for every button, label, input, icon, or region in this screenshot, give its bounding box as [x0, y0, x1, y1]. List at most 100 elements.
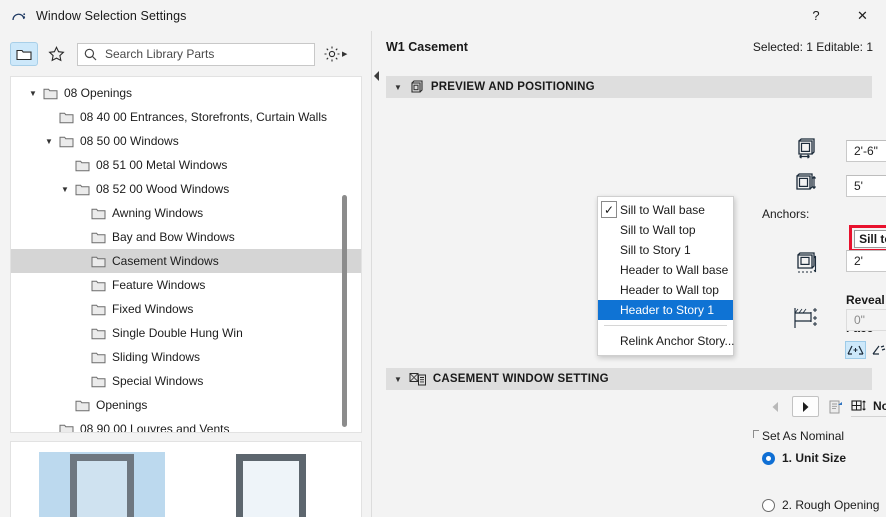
folder-icon [89, 207, 108, 220]
menu-item-label: Sill to Wall base [620, 203, 705, 217]
reveal-field: 0" [846, 309, 886, 331]
help-button[interactable]: ? [793, 0, 839, 31]
search-icon [84, 48, 97, 61]
anchor-selector[interactable]: Sill to Wall base ▶ [854, 230, 886, 248]
tree-item[interactable]: ▼08 51 00 Metal Windows [11, 153, 361, 177]
folder-icon [89, 375, 108, 388]
page-link-icon[interactable] [822, 396, 849, 417]
tree-item[interactable]: ▼Bay and Bow Windows [11, 225, 361, 249]
folder-icon [89, 255, 108, 268]
window-height-icon [792, 171, 820, 199]
library-tree[interactable]: ▼08 Openings▼08 40 00 Entrances, Storefr… [10, 76, 362, 433]
tree-item-label: Casement Windows [112, 254, 219, 268]
unit-size-radio-row[interactable]: 1. Unit Size [762, 451, 846, 465]
tree-item-label: 08 90 00 Louvres and Vents [80, 422, 229, 433]
preview-thumbnail-2[interactable] [186, 442, 361, 517]
folder-icon [89, 279, 108, 292]
tree-item[interactable]: ▼Openings [11, 393, 361, 417]
arrow-left-icon[interactable] [762, 396, 789, 417]
tree-item[interactable]: ▼Feature Windows [11, 273, 361, 297]
tree-item[interactable]: ▼Special Windows [11, 369, 361, 393]
tree-item[interactable]: ▼Sliding Windows [11, 345, 361, 369]
menu-item-anchor-option[interactable]: Sill to Wall top [598, 220, 733, 240]
window-width-icon [792, 136, 820, 164]
folder-icon [57, 135, 76, 148]
folder-icon [57, 111, 76, 124]
selection-info: Selected: 1 Editable: 1 [753, 40, 873, 54]
tree-item[interactable]: ▼08 Openings [11, 81, 361, 105]
panel-collapse-icon[interactable] [373, 70, 381, 82]
chevron-down-icon[interactable]: ▼ [25, 89, 41, 98]
tree-item[interactable]: ▼Casement Windows [11, 249, 361, 273]
tree-item-label: Sliding Windows [112, 350, 200, 364]
casement-section-header[interactable]: ▼ CASEMENT WINDOW SETTING [386, 368, 872, 390]
tree-item-label: 08 52 00 Wood Windows [96, 182, 229, 196]
reveal-both-icon[interactable] [845, 341, 866, 359]
unit-size-radio[interactable] [762, 452, 775, 465]
menu-item-anchor-option[interactable]: Header to Story 1 [598, 300, 733, 320]
tree-item[interactable]: ▼ 08 52 00 Wood Windows [11, 177, 361, 201]
tree-item-label: 08 51 00 Metal Windows [96, 158, 227, 172]
search-input[interactable] [103, 46, 303, 62]
reveal-top-icon[interactable] [868, 341, 886, 359]
nominal-size-icon [851, 399, 867, 413]
menu-item-anchor-option[interactable]: Header to Wall base [598, 260, 733, 280]
close-button[interactable]: ✕ [839, 0, 886, 31]
menu-item-anchor-option[interactable]: Sill to Story 1 [598, 240, 733, 260]
menu-item-relink-anchor-story[interactable]: Relink Anchor Story... [598, 331, 733, 351]
tree-item-label: 08 50 00 Windows [80, 134, 179, 148]
window-selection-settings-dialog: Window Selection Settings ? ✕ [0, 0, 886, 517]
folder-icon [89, 351, 108, 364]
menu-item-label: Sill to Story 1 [620, 243, 691, 257]
parameter-path-label: Nominal Sizes and Tolerance... [873, 399, 886, 413]
window-controls: ? ✕ [793, 0, 886, 31]
anchor-height-field[interactable]: 2' [846, 250, 886, 272]
tree-item-label: Feature Windows [112, 278, 205, 292]
folder-icon [73, 399, 92, 412]
chevron-down-icon[interactable]: ▼ [57, 185, 73, 194]
width-field[interactable]: 2'-6" [846, 140, 886, 162]
casement-section-title: CASEMENT WINDOW SETTING [433, 373, 609, 385]
set-as-nominal-text: Set As Nominal [762, 429, 844, 443]
arrow-right-icon[interactable] [792, 396, 819, 417]
chevron-down-icon[interactable]: ▼ [41, 137, 57, 146]
menu-divider [604, 325, 727, 326]
anchor-dropdown-menu[interactable]: ✓Sill to Wall baseSill to Wall top Sill t… [597, 196, 734, 356]
parameter-list-icon [409, 372, 426, 387]
anchors-label: Anchors: [762, 207, 809, 221]
unit-size-label: 1. Unit Size [782, 451, 846, 465]
parameter-navigation [762, 396, 849, 417]
preview-section-header[interactable]: ▼ PREVIEW AND POSITIONING [386, 76, 872, 98]
library-toolbar: ▶ [0, 38, 372, 70]
folder-icon [89, 327, 108, 340]
tree-item[interactable]: ▼Single Double Hung Win [11, 321, 361, 345]
page-title: W1 Casement [386, 40, 468, 54]
tree-item[interactable]: ▼08 90 00 Louvres and Vents [11, 417, 361, 433]
parameter-path-bar[interactable]: Nominal Sizes and Tolerance... ▶ [851, 396, 886, 417]
search-input-wrapper[interactable] [77, 43, 315, 66]
rough-opening-radio-row[interactable]: 2. Rough Opening [762, 498, 879, 512]
anchor-position-icon [792, 249, 824, 281]
tree-item[interactable]: ▼Awning Windows [11, 201, 361, 225]
preview-thumbnail-1[interactable] [11, 442, 186, 517]
tree-item-label: Special Windows [112, 374, 203, 388]
folder-icon[interactable] [10, 42, 38, 66]
menu-item-label: Header to Story 1 [620, 303, 714, 317]
folder-icon [73, 183, 92, 196]
tree-scroll-thumb[interactable] [342, 195, 347, 427]
tree-vertical-scrollbar[interactable] [339, 195, 350, 427]
gear-icon[interactable]: ▶ [323, 45, 347, 63]
height-field[interactable]: 5' [846, 175, 886, 197]
menu-item-anchor-option[interactable]: Header to Wall top [598, 280, 733, 300]
folder-icon [89, 303, 108, 316]
menu-item-anchor-option[interactable]: ✓Sill to Wall base [598, 200, 733, 220]
reveal-icon [789, 303, 825, 333]
rough-opening-radio[interactable] [762, 499, 775, 512]
tree-item[interactable]: ▼08 40 00 Entrances, Storefronts, Curtai… [11, 105, 361, 129]
tree-item-label: Fixed Windows [112, 302, 193, 316]
menu-item-label: Header to Wall base [620, 263, 728, 277]
tree-item[interactable]: ▼ 08 50 00 Windows [11, 129, 361, 153]
star-icon[interactable] [42, 42, 70, 66]
preview-section-title: PREVIEW AND POSITIONING [431, 81, 595, 93]
tree-item[interactable]: ▼Fixed Windows [11, 297, 361, 321]
